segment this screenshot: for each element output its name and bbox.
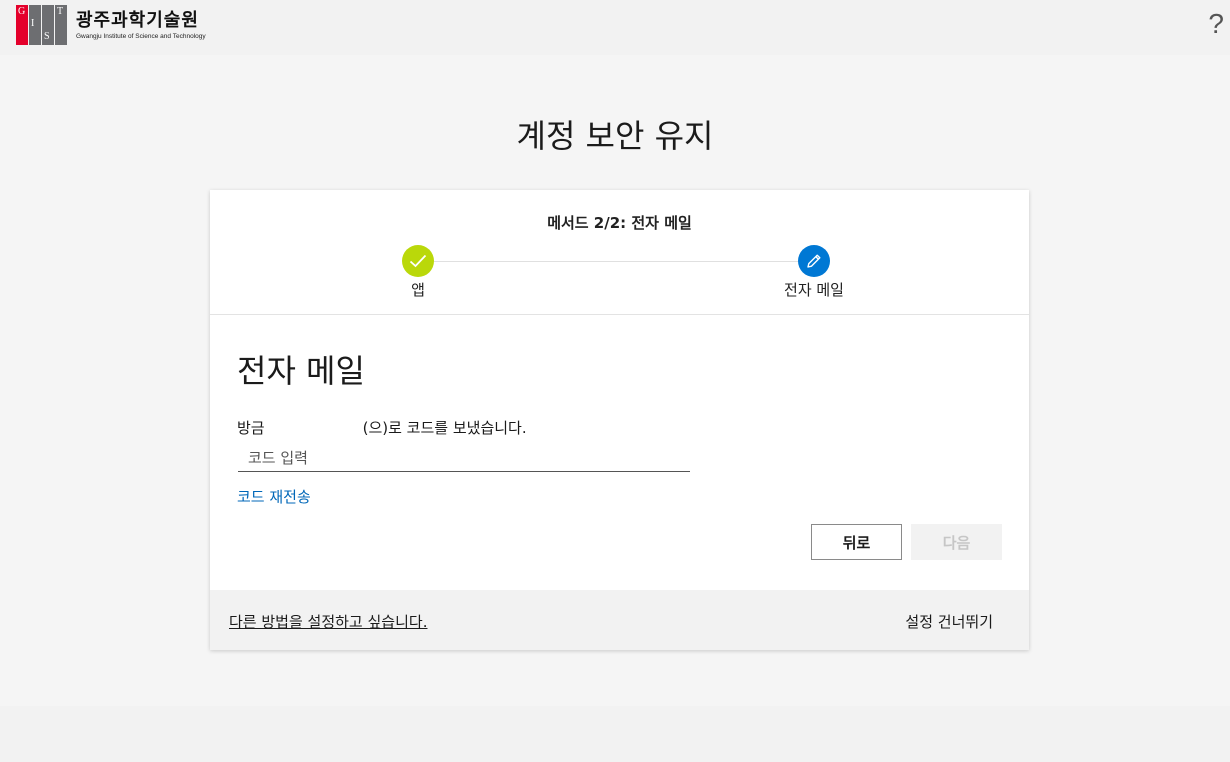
resend-code-link[interactable]: 코드 재전송 [237,486,311,507]
logo-letter-i: I [31,18,35,29]
logo-name-korean: 광주과학기술원 [76,10,199,31]
setup-card: 메서드 2/2: 전자 메일 앱 전자 메일 전자 메일 방금 (으)로 코드를 … [210,190,1029,650]
card-footer: 다른 방법을 설정하고 싶습니다. 설정 건너뛰기 [210,590,1029,650]
logo-cell-t: T [55,5,67,45]
step-current-indicator [798,245,830,277]
next-button[interactable]: 다음 [911,524,1002,560]
gist-logo-mark: G I S T [16,5,68,45]
back-button[interactable]: 뒤로 [811,524,902,560]
checkmark-icon [409,254,427,268]
page-title: 계정 보안 유지 [516,117,714,156]
help-icon[interactable]: ? [1208,8,1224,40]
step-heading: 메서드 2/2: 전자 메일 [547,214,692,232]
logo-letter-t: T [57,6,64,17]
wizard-progress: 메서드 2/2: 전자 메일 앱 전자 메일 [210,190,1029,315]
logo-cell-s: S [42,5,54,45]
logo-letter-s: S [44,31,50,42]
logo-name-english: Gwangju Institute of Science and Technol… [76,33,206,40]
gist-logo: G I S T 광주과학기술원 Gwangju Institute of Sci… [16,5,206,45]
logo-cell-i: I [29,5,41,45]
logo-letter-g: G [18,6,26,17]
step-complete-indicator [402,245,434,277]
logo-cell-g: G [16,5,28,45]
code-input[interactable] [238,444,690,472]
pencil-icon [807,254,821,268]
step-label-app: 앱 [411,281,425,299]
top-bar: G I S T 광주과학기술원 Gwangju Institute of Sci… [0,0,1230,55]
skip-setup-link[interactable]: 설정 건너뛰기 [905,611,993,632]
code-sent-prefix: 방금 [237,419,265,437]
code-sent-message: 방금 (으)로 코드를 보냈습니다. [237,417,527,438]
other-method-link[interactable]: 다른 방법을 설정하고 싶습니다. [229,611,427,632]
step-label-email: 전자 메일 [784,281,844,299]
logo-text: 광주과학기술원 Gwangju Institute of Science and… [76,10,206,40]
code-sent-suffix: (으)로 코드를 보냈습니다. [362,419,527,437]
section-title: 전자 메일 [237,352,365,390]
progress-line [434,261,814,262]
